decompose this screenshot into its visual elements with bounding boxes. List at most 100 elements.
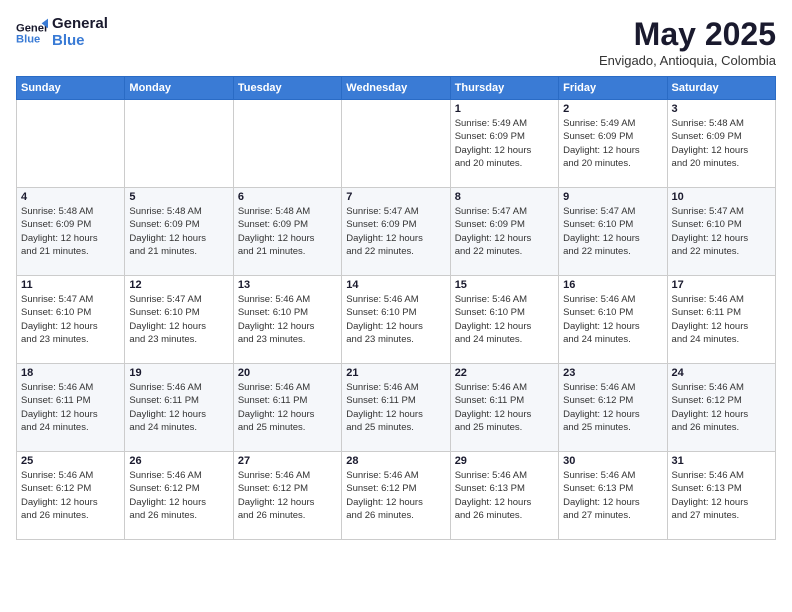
day-info: Sunrise: 5:47 AMSunset: 6:10 PMDaylight:… xyxy=(129,293,228,346)
svg-text:Blue: Blue xyxy=(16,33,40,45)
day-cell: 8 Sunrise: 5:47 AMSunset: 6:09 PMDaylight… xyxy=(450,188,558,276)
logo: General Blue General Blue xyxy=(16,16,108,49)
day-info: Sunrise: 5:46 AMSunset: 6:10 PMDaylight:… xyxy=(346,293,445,346)
logo-line2: Blue xyxy=(52,33,108,50)
day-info: Sunrise: 5:47 AMSunset: 6:10 PMDaylight:… xyxy=(21,293,120,346)
day-number: 3 xyxy=(672,103,771,115)
week-row-3: 11 Sunrise: 5:47 AMSunset: 6:10 PMDayligh… xyxy=(17,276,776,364)
weekday-header-monday: Monday xyxy=(125,77,233,100)
day-number: 18 xyxy=(21,367,120,379)
day-number: 7 xyxy=(346,191,445,203)
day-cell: 24 Sunrise: 5:46 AMSunset: 6:12 PMDayligh… xyxy=(667,364,775,452)
day-info: Sunrise: 5:48 AMSunset: 6:09 PMDaylight:… xyxy=(238,205,337,258)
day-info: Sunrise: 5:49 AMSunset: 6:09 PMDaylight:… xyxy=(563,117,662,170)
week-row-2: 4 Sunrise: 5:48 AMSunset: 6:09 PMDaylight… xyxy=(17,188,776,276)
day-number: 12 xyxy=(129,279,228,291)
day-cell: 6 Sunrise: 5:48 AMSunset: 6:09 PMDaylight… xyxy=(233,188,341,276)
day-info: Sunrise: 5:46 AMSunset: 6:12 PMDaylight:… xyxy=(21,469,120,522)
subtitle: Envigado, Antioquia, Colombia xyxy=(599,53,776,68)
day-info: Sunrise: 5:47 AMSunset: 6:10 PMDaylight:… xyxy=(563,205,662,258)
day-info: Sunrise: 5:46 AMSunset: 6:10 PMDaylight:… xyxy=(455,293,554,346)
day-number: 10 xyxy=(672,191,771,203)
day-number: 6 xyxy=(238,191,337,203)
day-number: 31 xyxy=(672,455,771,467)
day-cell: 3Sunrise: 5:48 AMSunset: 6:09 PMDaylight… xyxy=(667,100,775,188)
week-row-5: 25 Sunrise: 5:46 AMSunset: 6:12 PMDayligh… xyxy=(17,452,776,540)
day-number: 21 xyxy=(346,367,445,379)
week-row-1: 1 Sunrise: 5:49 AMSunset: 6:09 PMDaylight… xyxy=(17,100,776,188)
day-info: Sunrise: 5:47 AMSunset: 6:10 PMDaylight:… xyxy=(672,205,771,258)
day-info: Sunrise: 5:46 AMSunset: 6:11 PMDaylight:… xyxy=(21,381,120,434)
weekday-header-thursday: Thursday xyxy=(450,77,558,100)
day-cell: 9Sunrise: 5:47 AMSunset: 6:10 PMDaylight… xyxy=(559,188,667,276)
day-cell: 31 Sunrise: 5:46 AMSunset: 6:13 PMDayligh… xyxy=(667,452,775,540)
day-info: Sunrise: 5:46 AMSunset: 6:12 PMDaylight:… xyxy=(129,469,228,522)
day-number: 8 xyxy=(455,191,554,203)
day-info: Sunrise: 5:47 AMSunset: 6:09 PMDaylight:… xyxy=(346,205,445,258)
day-number: 30 xyxy=(563,455,662,467)
title-block: May 2025 Envigado, Antioquia, Colombia xyxy=(599,16,776,68)
day-number: 2 xyxy=(563,103,662,115)
day-number: 20 xyxy=(238,367,337,379)
day-info: Sunrise: 5:46 AMSunset: 6:10 PMDaylight:… xyxy=(563,293,662,346)
weekday-header-sunday: Sunday xyxy=(17,77,125,100)
day-cell: 23Sunrise: 5:46 AMSunset: 6:12 PMDayligh… xyxy=(559,364,667,452)
calendar-table: SundayMondayTuesdayWednesdayThursdayFrid… xyxy=(16,76,776,540)
day-cell: 30Sunrise: 5:46 AMSunset: 6:13 PMDayligh… xyxy=(559,452,667,540)
day-info: Sunrise: 5:46 AMSunset: 6:11 PMDaylight:… xyxy=(672,293,771,346)
month-title: May 2025 xyxy=(599,16,776,53)
logo-icon: General Blue xyxy=(16,17,48,49)
day-cell: 4Sunrise: 5:48 AMSunset: 6:09 PMDaylight… xyxy=(17,188,125,276)
day-cell: 1Sunrise: 5:49 AMSunset: 6:09 PMDaylight… xyxy=(450,100,558,188)
day-info: Sunrise: 5:46 AMSunset: 6:11 PMDaylight:… xyxy=(346,381,445,434)
week-row-4: 18 Sunrise: 5:46 AMSunset: 6:11 PMDayligh… xyxy=(17,364,776,452)
day-cell: 16 Sunrise: 5:46 AMSunset: 6:10 PMDayligh… xyxy=(559,276,667,364)
day-number: 13 xyxy=(238,279,337,291)
day-number: 24 xyxy=(672,367,771,379)
day-info: Sunrise: 5:46 AMSunset: 6:12 PMDaylight:… xyxy=(672,381,771,434)
day-number: 4 xyxy=(21,191,120,203)
day-cell: 29 Sunrise: 5:46 AMSunset: 6:13 PMDayligh… xyxy=(450,452,558,540)
day-cell xyxy=(17,100,125,188)
day-number: 16 xyxy=(563,279,662,291)
weekday-header-tuesday: Tuesday xyxy=(233,77,341,100)
day-number: 28 xyxy=(346,455,445,467)
day-number: 15 xyxy=(455,279,554,291)
day-info: Sunrise: 5:46 AMSunset: 6:11 PMDaylight:… xyxy=(455,381,554,434)
day-info: Sunrise: 5:46 AMSunset: 6:12 PMDaylight:… xyxy=(238,469,337,522)
day-cell xyxy=(125,100,233,188)
day-cell: 20Sunrise: 5:46 AMSunset: 6:11 PMDayligh… xyxy=(233,364,341,452)
day-cell: 18 Sunrise: 5:46 AMSunset: 6:11 PMDayligh… xyxy=(17,364,125,452)
day-info: Sunrise: 5:46 AMSunset: 6:13 PMDaylight:… xyxy=(672,469,771,522)
day-cell: 13 Sunrise: 5:46 AMSunset: 6:10 PMDayligh… xyxy=(233,276,341,364)
page-header: General Blue General Blue May 2025 Envig… xyxy=(16,16,776,68)
day-cell: 10 Sunrise: 5:47 AMSunset: 6:10 PMDayligh… xyxy=(667,188,775,276)
day-cell: 25 Sunrise: 5:46 AMSunset: 6:12 PMDayligh… xyxy=(17,452,125,540)
day-number: 29 xyxy=(455,455,554,467)
day-number: 1 xyxy=(455,103,554,115)
day-cell: 5 Sunrise: 5:48 AMSunset: 6:09 PMDaylight… xyxy=(125,188,233,276)
day-number: 25 xyxy=(21,455,120,467)
logo-line1: General xyxy=(52,16,108,33)
day-number: 5 xyxy=(129,191,228,203)
weekday-header-saturday: Saturday xyxy=(667,77,775,100)
day-cell: 15 Sunrise: 5:46 AMSunset: 6:10 PMDayligh… xyxy=(450,276,558,364)
weekday-header-friday: Friday xyxy=(559,77,667,100)
day-number: 23 xyxy=(563,367,662,379)
day-info: Sunrise: 5:48 AMSunset: 6:09 PMDaylight:… xyxy=(129,205,228,258)
day-info: Sunrise: 5:46 AMSunset: 6:10 PMDaylight:… xyxy=(238,293,337,346)
day-number: 17 xyxy=(672,279,771,291)
day-cell: 17 Sunrise: 5:46 AMSunset: 6:11 PMDayligh… xyxy=(667,276,775,364)
day-number: 27 xyxy=(238,455,337,467)
day-info: Sunrise: 5:46 AMSunset: 6:13 PMDaylight:… xyxy=(455,469,554,522)
weekday-header-wednesday: Wednesday xyxy=(342,77,450,100)
day-cell: 14Sunrise: 5:46 AMSunset: 6:10 PMDayligh… xyxy=(342,276,450,364)
day-cell: 22Sunrise: 5:46 AMSunset: 6:11 PMDayligh… xyxy=(450,364,558,452)
day-cell: 11 Sunrise: 5:47 AMSunset: 6:10 PMDayligh… xyxy=(17,276,125,364)
day-cell: 21 Sunrise: 5:46 AMSunset: 6:11 PMDayligh… xyxy=(342,364,450,452)
day-number: 11 xyxy=(21,279,120,291)
day-info: Sunrise: 5:47 AMSunset: 6:09 PMDaylight:… xyxy=(455,205,554,258)
day-cell xyxy=(233,100,341,188)
day-cell: 28Sunrise: 5:46 AMSunset: 6:12 PMDayligh… xyxy=(342,452,450,540)
day-cell: 7 Sunrise: 5:47 AMSunset: 6:09 PMDaylight… xyxy=(342,188,450,276)
